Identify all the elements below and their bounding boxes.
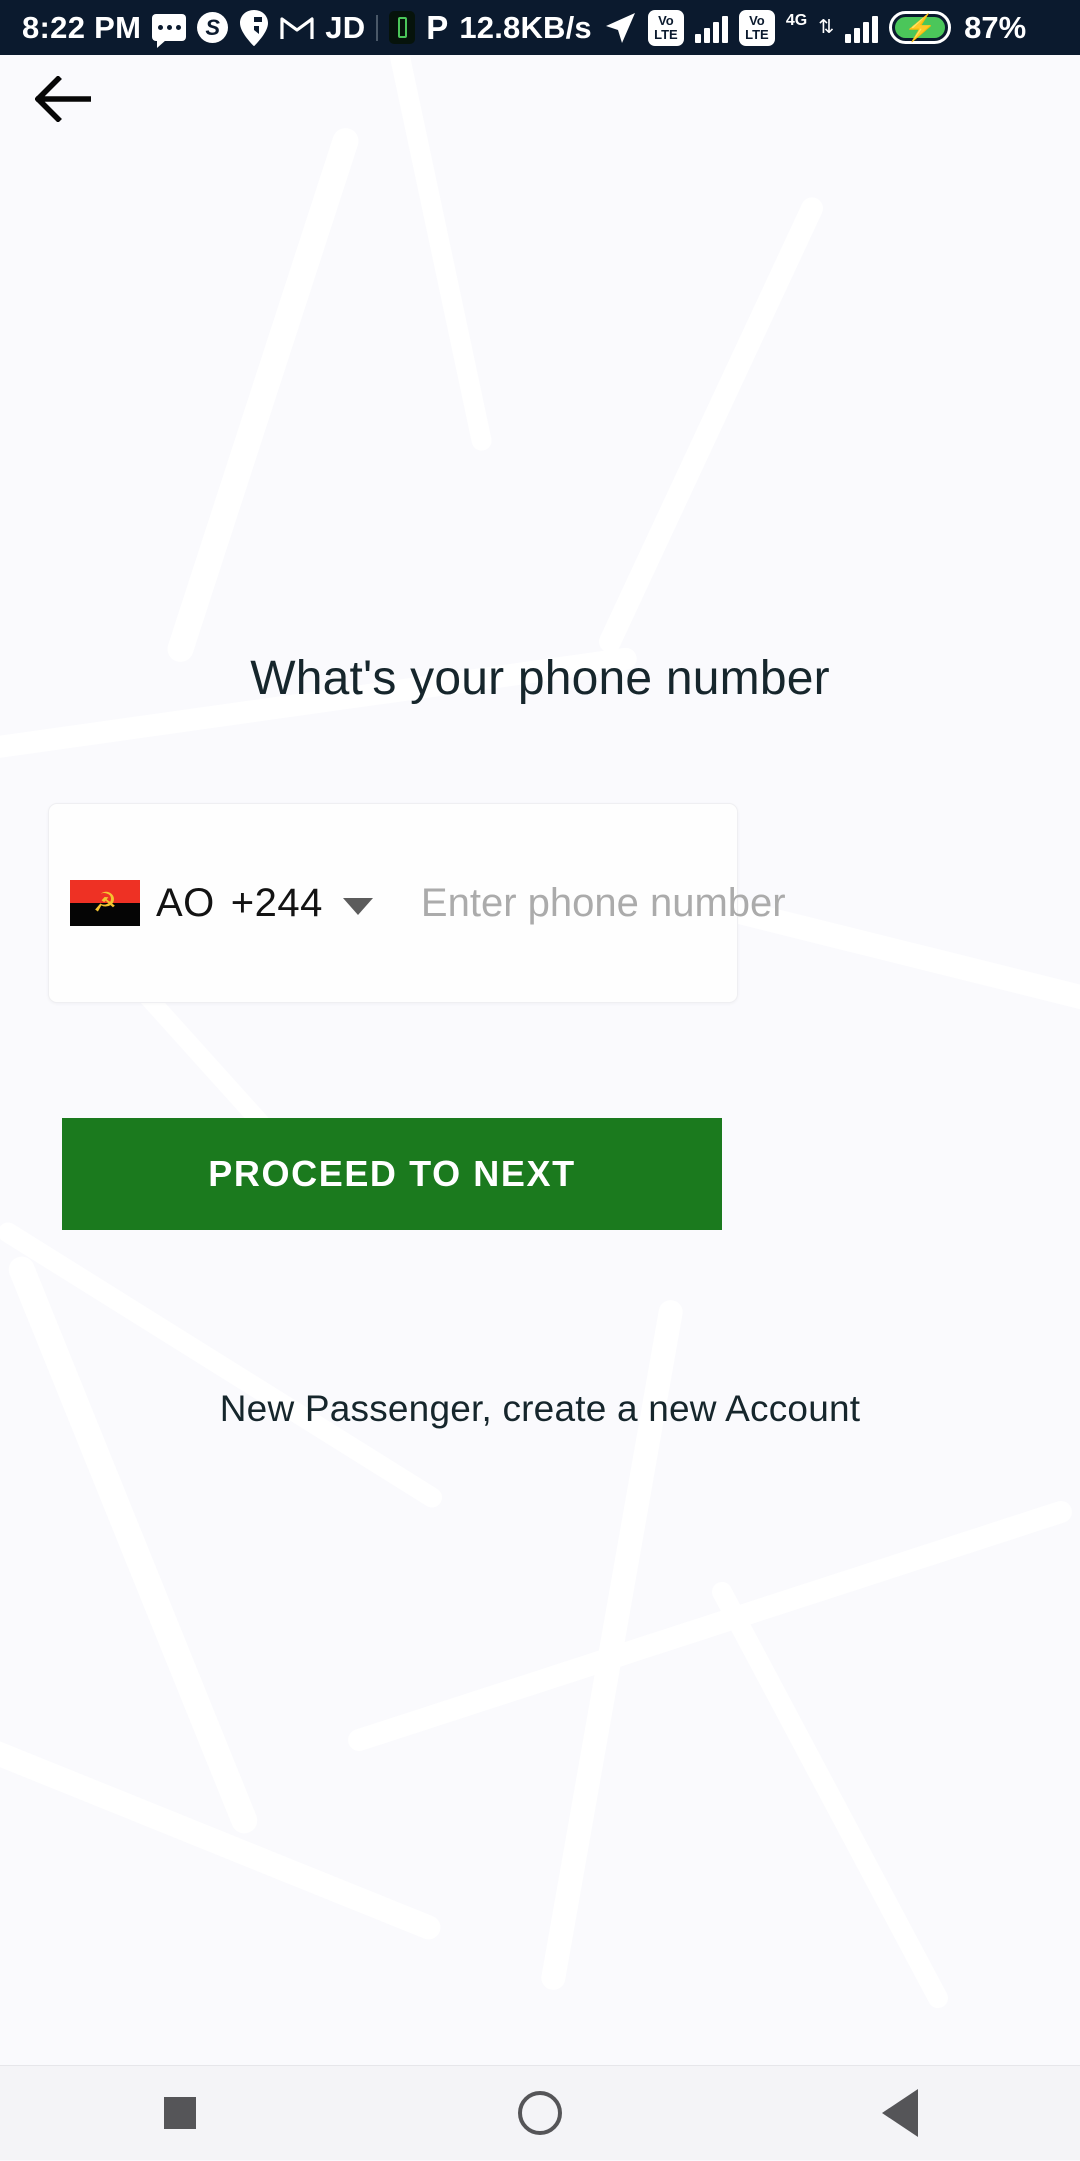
circle-home-icon (518, 2091, 562, 2135)
status-time: 8:22 PM (22, 9, 142, 45)
gmail-icon (280, 14, 314, 41)
system-back-button[interactable] (800, 2066, 1000, 2161)
jd-icon: JD (325, 9, 366, 45)
square-recents-icon (164, 2097, 196, 2129)
angola-flag-icon: ☭ (70, 880, 140, 926)
triangle-back-icon (882, 2089, 918, 2137)
volte-icon: Vo LTE (647, 9, 684, 46)
home-button[interactable] (440, 2066, 640, 2161)
swiggy-icon (239, 9, 269, 46)
chevron-down-icon (342, 897, 373, 915)
page-title: What's your phone number (250, 652, 830, 705)
status-bar: 8:22 PM S JD P 12.8KB/s Vo LTE Vo LTE 4G ⇅… (0, 0, 1080, 55)
network-speed-label: 12.8KB/s (459, 9, 592, 45)
battery-saver-icon (389, 11, 416, 44)
location-arrow-icon (603, 11, 637, 45)
flag-emblem: ☭ (92, 887, 118, 918)
back-button[interactable] (22, 62, 104, 140)
country-code-selector[interactable]: ☭ AO +244 (62, 866, 381, 940)
back-arrow-icon (34, 74, 92, 127)
country-dial-code-label: +244 (230, 880, 323, 925)
data-transfer-icon: ⇅ (818, 16, 835, 38)
battery-percent-label: 87% (964, 9, 1027, 45)
volte-icon: Vo LTE (738, 9, 775, 46)
charging-battery-icon (889, 11, 952, 44)
chat-bubble-icon (152, 14, 187, 48)
signal-bars-icon (845, 13, 879, 43)
signal-bars-icon (694, 13, 728, 43)
proceed-to-next-button[interactable]: PROCEED TO NEXT (62, 1118, 722, 1230)
skype-icon: S (197, 12, 229, 43)
country-iso-label: AO (156, 880, 215, 925)
paytm-icon: P (426, 9, 449, 46)
phone-number-input[interactable] (420, 880, 936, 926)
system-navigation-bar (0, 2065, 1080, 2160)
status-divider (376, 14, 379, 41)
data-network-label: 4G (785, 11, 808, 29)
recents-button[interactable] (80, 2066, 280, 2161)
map-background (0, 55, 1080, 2065)
create-account-link[interactable]: New Passenger, create a new Account (0, 1388, 1080, 1430)
phone-input-card: ☭ AO +244 (48, 803, 936, 1003)
